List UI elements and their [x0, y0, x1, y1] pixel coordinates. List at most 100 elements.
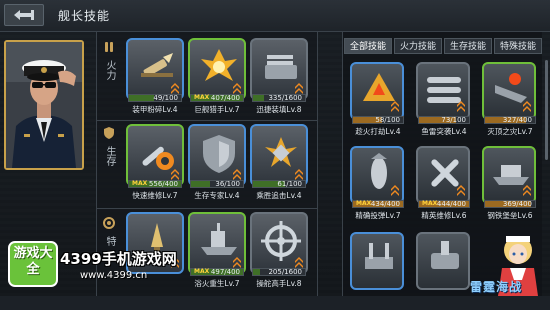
skill-name: 趁火打劫Lv.4: [355, 127, 401, 136]
library-skill-slot[interactable]: 369/400 钢铁堡垒Lv.6: [482, 146, 538, 224]
skill-progress-bar: 49/100: [128, 94, 182, 102]
skill-tile: [416, 232, 470, 290]
fire-shell-icon: [105, 42, 113, 52]
skill-progress-text: 335/1600: [268, 94, 302, 102]
tab-firepower-skills[interactable]: 火力技能: [394, 38, 443, 54]
captain-portrait[interactable]: [4, 40, 84, 170]
skill-name: 巨舰猎手Lv.7: [194, 105, 240, 114]
category-label: 特: [104, 236, 115, 246]
skill-name: 生存专家Lv.4: [194, 191, 240, 200]
library-skill-slot[interactable]: [416, 232, 472, 310]
skill-progress-fill: [253, 269, 260, 275]
skill-progress-text: 205/1600: [268, 268, 302, 276]
naval-cannon-icon: [431, 241, 459, 269]
skill-name: 乘胜追击Lv.4: [256, 191, 302, 200]
upgrade-chevron-icon: [233, 83, 241, 94]
upgrade-chevron-icon: [295, 83, 303, 94]
library-skill-slot[interactable]: [350, 232, 406, 310]
skill-name: 装甲粉碎Lv.4: [132, 105, 178, 114]
skill-progress-text: 49/100: [153, 94, 178, 102]
skill-progress-bar: MAX 444/400: [418, 200, 470, 208]
tab-survival-skills[interactable]: 生存技能: [444, 38, 493, 54]
back-arrow-icon: [14, 10, 34, 20]
skill-progress-bar: 335/1600: [252, 94, 306, 102]
star-icon: [103, 217, 115, 229]
captain-skill-slot[interactable]: MAX 497/400 浴火重生Lv.7: [188, 212, 246, 290]
skill-progress-text: 497/400: [210, 268, 240, 276]
upgrade-chevron-icon: [171, 83, 179, 94]
game-logo-text: 雷霆海战: [470, 280, 523, 294]
captain-skill-slot[interactable]: 49/100 装甲粉碎Lv.4: [126, 38, 184, 116]
library-skill-slot[interactable]: MAX 444/400 精英维修Lv.6: [416, 146, 472, 224]
skill-name: 操舵高手Lv.8: [256, 279, 302, 288]
captain-skill-slot[interactable]: MAX 556/400 快速维修Lv.7: [126, 124, 184, 202]
max-label: MAX: [132, 180, 148, 187]
skill-progress-text: 73/100: [441, 116, 466, 124]
scrollbar[interactable]: [545, 60, 548, 160]
skill-progress-bar: 205/1600: [252, 268, 306, 276]
skill-progress-bar: 36/100: [190, 180, 244, 188]
divider: [96, 120, 318, 121]
skill-progress-bar: 73/100: [418, 116, 470, 124]
category-label: 生存: [104, 146, 115, 166]
skill-progress-bar: MAX 434/400: [352, 200, 404, 208]
skill-progress-bar: MAX 497/400: [190, 268, 244, 276]
upgrade-chevron-icon: [233, 257, 241, 268]
captain-skill-slot[interactable]: 335/1600 迅捷装填Lv.8: [250, 38, 308, 116]
max-label: MAX: [356, 200, 372, 207]
skill-name: 浴火重生Lv.7: [194, 279, 240, 288]
upgrade-chevron-icon: [171, 169, 179, 180]
skill-progress-bar: MAX 407/400: [190, 94, 244, 102]
upgrade-chevron-icon: [295, 169, 303, 180]
category-survival: 生存: [98, 126, 120, 166]
library-skill-slot[interactable]: 327/400 灭顶之灾Lv.7: [482, 62, 538, 140]
library-skill-slot[interactable]: MAX 434/400 精确投弹Lv.7: [350, 146, 406, 224]
page-title: 舰长技能: [58, 9, 111, 23]
shield-icon: [104, 127, 114, 139]
skill-name: 精确投弹Lv.7: [355, 211, 401, 220]
skill-progress-text: 556/400: [148, 180, 178, 188]
captain-skill-slot[interactable]: 205/1600 操舵高手Lv.8: [250, 212, 308, 290]
skill-progress-bar: 58/100: [352, 116, 404, 124]
skill-progress-text: 407/400: [210, 94, 240, 102]
library-skill-slot[interactable]: 73/100 鱼雷突袭Lv.4: [416, 62, 472, 140]
skill-name: 迅捷装填Lv.8: [256, 105, 302, 114]
watermark-url: www.4399.cn: [80, 270, 148, 281]
skill-progress-fill: [253, 95, 264, 101]
upgrade-chevron-icon: [391, 185, 399, 196]
skill-progress-text: 434/400: [370, 200, 400, 208]
captain-skill-slot[interactable]: 36/100 生存专家Lv.4: [188, 124, 246, 202]
skill-name: 精英维修Lv.6: [421, 211, 467, 220]
category-label: 火力: [104, 60, 115, 80]
skill-progress-text: 61/100: [277, 180, 302, 188]
skill-tile: [350, 232, 404, 290]
back-button[interactable]: [4, 4, 44, 26]
upgrade-chevron-icon: [457, 101, 465, 112]
skill-progress-bar: 327/400: [484, 116, 536, 124]
skill-progress-text: 327/400: [502, 116, 532, 124]
upgrade-chevron-icon: [523, 101, 531, 112]
skill-progress-text: 444/400: [436, 200, 466, 208]
skill-name: 钢铁堡垒Lv.6: [487, 211, 533, 220]
upgrade-chevron-icon: [457, 185, 465, 196]
library-skill-slot[interactable]: 58/100 趁火打劫Lv.4: [350, 62, 406, 140]
skill-name: 灭顶之灾Lv.7: [487, 127, 533, 136]
site-logo-text: 游戏大全: [13, 246, 53, 277]
skill-progress-bar: 369/400: [484, 200, 536, 208]
max-label: MAX: [194, 268, 210, 275]
tab-all-skills[interactable]: 全部技能: [344, 38, 393, 54]
tab-special-skills[interactable]: 特殊技能: [494, 38, 543, 54]
top-bar: 舰长技能: [0, 0, 550, 32]
skill-progress-fill: [129, 95, 155, 101]
divider: [96, 208, 318, 209]
category-firepower: 火力: [98, 40, 120, 80]
captain-skill-slot[interactable]: MAX 407/400 巨舰猎手Lv.7: [188, 38, 246, 116]
upgrade-chevron-icon: [391, 101, 399, 112]
captain-skill-slot[interactable]: 61/100 乘胜追击Lv.4: [250, 124, 308, 202]
upgrade-chevron-icon: [295, 257, 303, 268]
upgrade-chevron-icon: [233, 169, 241, 180]
anti-air-gun-icon: [365, 243, 393, 269]
skill-tabs: 全部技能 火力技能 生存技能 特殊技能: [344, 38, 543, 54]
skill-progress-fill: [191, 181, 210, 187]
upgrade-chevron-icon: [523, 185, 531, 196]
